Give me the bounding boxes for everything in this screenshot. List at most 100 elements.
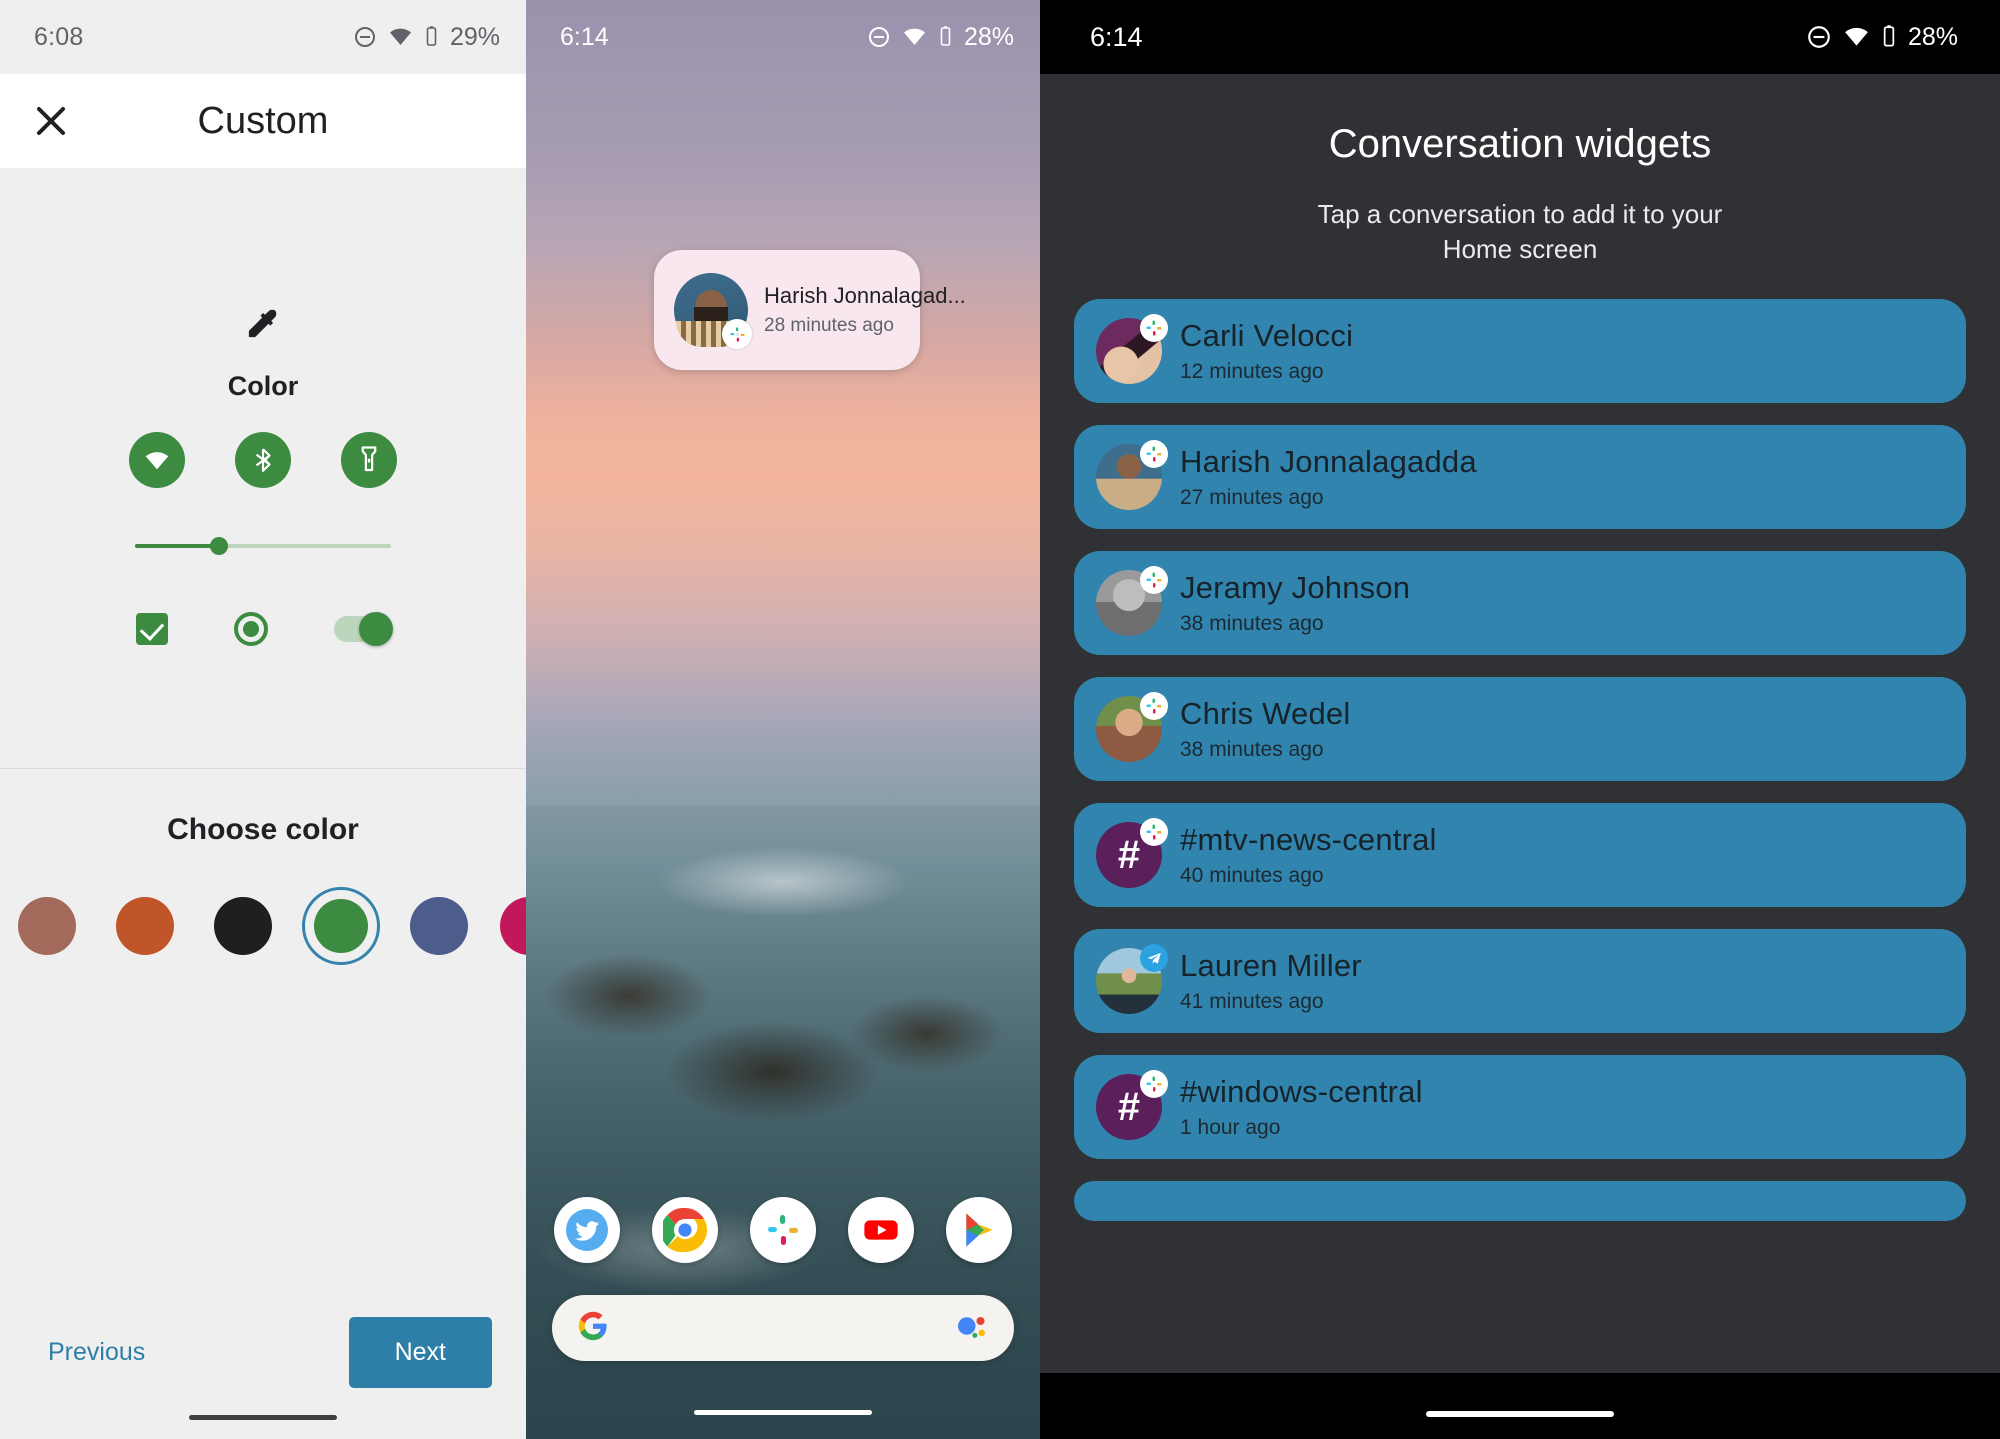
battery-percentage: 28%: [963, 22, 1014, 51]
status-time: 6:08: [34, 22, 84, 51]
list-item[interactable]: Lauren Miller 41 minutes ago: [1074, 929, 1966, 1034]
list-item[interactable]: Jeramy Johnson 38 minutes ago: [1074, 551, 1966, 656]
bluetooth-icon[interactable]: [235, 432, 291, 488]
contact-name: Lauren Miller: [1180, 948, 1362, 984]
eyedropper-icon: [241, 306, 285, 355]
channel-name: #mtv-news-central: [1180, 822, 1437, 858]
google-g-icon: [576, 1309, 610, 1348]
page-title: Custom: [197, 99, 329, 142]
status-bar: 6:14 28%: [1040, 0, 2000, 74]
list-item[interactable]: # #mtv-news-central 40 minutes ago: [1074, 803, 1966, 908]
status-bar: 6:14 28%: [526, 0, 1040, 74]
radio-selected[interactable]: [234, 612, 268, 646]
timestamp: 28 minutes ago: [764, 315, 894, 336]
status-time: 6:14: [1090, 21, 1143, 52]
slack-icon: [722, 319, 752, 349]
conversation-widget-text: Harish Jonnalagad... 28 minutes ago: [764, 283, 966, 337]
avatar: [1096, 944, 1168, 1015]
youtube-icon[interactable]: [848, 1197, 914, 1263]
list-item[interactable]: Carli Velocci 12 minutes ago: [1074, 299, 1966, 404]
contact-name: Harish Jonnalagad...: [764, 283, 966, 308]
selection-ring: [302, 887, 380, 965]
timestamp: 12 minutes ago: [1180, 360, 1324, 384]
theme-preview: Color: [0, 168, 526, 646]
dnd-icon: [354, 27, 375, 47]
google-search-bar[interactable]: [552, 1295, 1014, 1361]
conversation-list: Carli Velocci 12 minutes ago Harish Jonn…: [1040, 299, 2000, 1222]
slack-icon: [1140, 440, 1168, 469]
wifi-icon: [903, 28, 925, 45]
wifi-icon[interactable]: [129, 432, 185, 488]
list-item[interactable]: Harish Jonnalagadda 27 minutes ago: [1074, 425, 1966, 530]
assistant-icon[interactable]: [956, 1311, 990, 1346]
battery-percentage: 28%: [1907, 22, 1958, 51]
home-indicator[interactable]: [1426, 1411, 1614, 1417]
wifi-icon: [389, 28, 411, 45]
timestamp: 27 minutes ago: [1180, 486, 1324, 510]
conversation-widget[interactable]: Harish Jonnalagad... 28 minutes ago: [654, 250, 966, 370]
contact-name: Carli Velocci: [1180, 318, 1354, 354]
previous-button[interactable]: Previous: [34, 1328, 159, 1377]
timestamp: 41 minutes ago: [1180, 990, 1324, 1014]
color-swatch-burnt-orange[interactable]: [116, 897, 174, 955]
timestamp: 1 hour ago: [1180, 1116, 1281, 1140]
list-item[interactable]: # #windows-central 1 hour ago: [1074, 1055, 1966, 1160]
panel-home-screen: 6:14 28% Harish Jonnalagad... 28 minutes…: [526, 0, 1040, 1439]
control-samples-row: [0, 612, 526, 646]
checkbox-checked[interactable]: [136, 613, 168, 645]
telegram-icon: [1140, 944, 1168, 973]
close-icon[interactable]: [30, 100, 72, 142]
dnd-icon: [868, 27, 889, 47]
list-item[interactable]: Chris Wedel 38 minutes ago: [1074, 677, 1966, 782]
color-swatch-green-selected[interactable]: [302, 887, 380, 965]
avatar: [1096, 314, 1168, 385]
slack-icon: [1140, 818, 1168, 847]
page-subtitle: Tap a conversation to add it to your Hom…: [1317, 199, 1723, 265]
switch-on[interactable]: [334, 612, 393, 646]
panel-custom-color-picker: 6:08 29% Custom Color Choose color Previ…: [0, 0, 558, 1439]
color-swatch-slate-blue[interactable]: [410, 897, 468, 955]
slack-icon: [1140, 566, 1168, 595]
next-button[interactable]: Next: [348, 1316, 492, 1388]
status-icons: 28%: [1806, 23, 1958, 52]
avatar: [1096, 440, 1168, 511]
slider-fill: [135, 544, 220, 548]
avatar: #: [1096, 818, 1168, 889]
wizard-footer: Previous Next: [0, 1311, 526, 1393]
flashlight-icon[interactable]: [341, 432, 397, 488]
twitter-icon[interactable]: [554, 1197, 620, 1263]
home-indicator[interactable]: [694, 1410, 872, 1415]
list-item-partial[interactable]: [1074, 1181, 1966, 1222]
slack-icon: [1140, 314, 1168, 343]
brightness-slider[interactable]: [135, 534, 391, 558]
color-label: Color: [227, 371, 299, 401]
section-divider: [0, 768, 526, 769]
status-icons: 28%: [867, 23, 1014, 52]
avatar: [1096, 566, 1168, 637]
wifi-icon: [1845, 27, 1868, 46]
panel-conversation-widgets-picker: 6:14 28% Conversation widgets Tap a conv…: [1040, 0, 2000, 1439]
chrome-icon[interactable]: [652, 1197, 718, 1263]
slack-icon: [1140, 692, 1168, 721]
app-dock: [526, 1197, 1040, 1263]
color-swatch-rose-brown[interactable]: [18, 897, 76, 955]
battery-percentage: 29%: [449, 22, 500, 51]
status-time: 6:14: [560, 22, 609, 51]
status-icons: 29%: [353, 23, 500, 52]
color-swatch-near-black[interactable]: [214, 897, 272, 955]
page-title: Conversation widgets: [1328, 122, 1712, 166]
status-bar: 6:08 29%: [0, 0, 526, 74]
timestamp: 38 minutes ago: [1180, 612, 1324, 636]
slack-icon[interactable]: [750, 1197, 816, 1263]
contact-name: Harish Jonnalagadda: [1180, 444, 1477, 480]
choose-color-title: Choose color: [167, 813, 359, 846]
play-store-icon[interactable]: [946, 1197, 1012, 1263]
color-swatch-row: [0, 887, 558, 965]
contact-name: Chris Wedel: [1180, 696, 1351, 732]
home-indicator[interactable]: [189, 1415, 337, 1420]
channel-name: #windows-central: [1180, 1074, 1423, 1110]
slider-thumb[interactable]: [210, 537, 229, 555]
slack-icon: [1140, 1070, 1168, 1099]
dnd-icon: [1808, 26, 1830, 48]
battery-icon: [940, 26, 951, 46]
